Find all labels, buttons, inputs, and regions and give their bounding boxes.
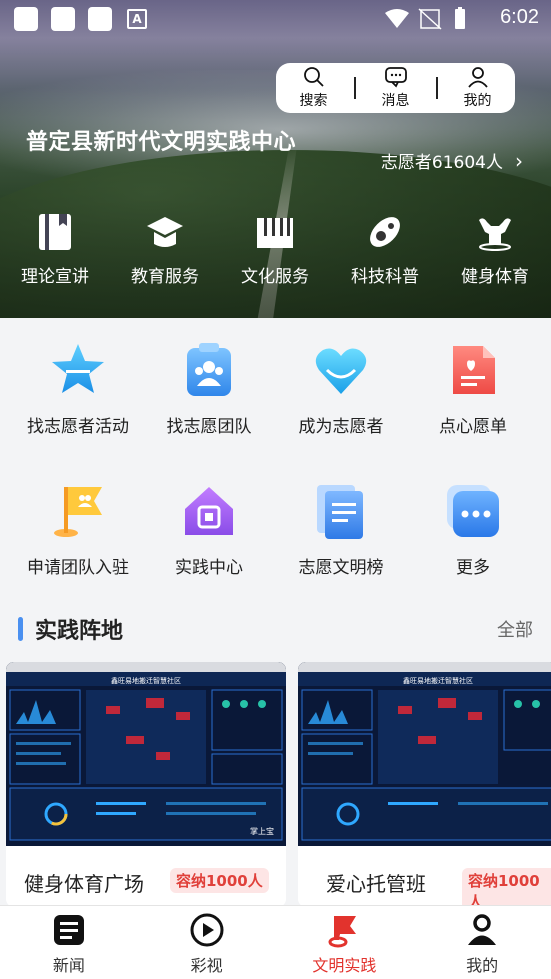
tab-civilization-practice[interactable]: 文明实践 [276,906,414,979]
divider [435,77,438,99]
capacity-badge: 容纳1000人 [462,868,551,907]
graduation-cap-icon [147,217,183,247]
grid-label: 找志愿者活动 [27,417,129,437]
category-education[interactable]: 教育服务 [110,212,220,287]
tab-label: 文明实践 [312,956,377,975]
team-clipboard-icon [187,343,231,396]
card-thumbnail: 鑫旺易地搬迁智慧社区 掌上宝 [6,662,286,846]
news-icon [53,915,84,945]
tab-label: 我的 [466,956,499,975]
grid-label: 实践中心 [175,558,243,578]
more-dots-icon [447,485,499,537]
mine-label: 我的 [463,93,492,109]
heart-hand-icon [315,348,367,394]
center-title: 普定县新时代文明实践中心 [26,130,297,155]
more-button[interactable]: 更多 [407,481,539,578]
screen-title: 鑫旺易地搬迁智慧社区 [111,676,181,685]
wish-list-icon [453,346,495,394]
category-science[interactable]: 科技科普 [330,212,440,287]
become-volunteer-button[interactable]: 成为志愿者 [275,340,407,437]
practice-center-button[interactable]: 实践中心 [143,481,275,578]
find-activity-button[interactable]: 找志愿者活动 [12,340,144,437]
play-icon [190,913,224,947]
search-button[interactable]: 搜索 [279,66,349,110]
category-theory[interactable]: 理论宣讲 [0,212,110,287]
mine-button[interactable]: 我的 [443,66,513,110]
star-badge-icon [52,344,104,393]
piano-icon [257,218,293,248]
category-label: 文化服务 [241,267,309,287]
fitness-icon [479,218,511,251]
category-fitness[interactable]: 健身体育 [440,212,550,287]
grid-label: 成为志愿者 [298,417,384,437]
practice-section-header: 实践阵地 全部 [18,612,533,646]
grid-label: 找志愿团队 [166,417,252,437]
watermark-text: 掌上宝 [250,826,274,836]
practice-card[interactable]: 鑫旺易地搬迁智慧社区 掌上宝 健身体育广场 容纳1000人 [6,662,286,907]
team-flag-icon [54,487,102,537]
apply-team-button[interactable]: 申请团队入驻 [12,481,144,578]
dashboard-screen-image: 鑫旺易地搬迁智慧社区 [298,662,551,846]
user-icon [467,67,488,88]
document-list-icon [317,485,363,539]
system-status-icons [385,7,465,30]
practice-house-icon [185,487,233,535]
view-all-link[interactable]: 全部 [497,616,533,642]
find-team-button[interactable]: 找志愿团队 [143,340,275,437]
tab-news[interactable]: 新闻 [0,906,138,979]
grid-label: 志愿文明榜 [298,558,384,578]
section-title: 实践阵地 [35,619,124,644]
chevron-right-icon: › [515,148,523,173]
card-title: 健身体育广场 [24,872,144,896]
category-label: 健身体育 [461,267,529,287]
category-label: 理论宣讲 [21,267,89,287]
notification-icon [14,7,38,31]
category-label: 教育服务 [131,267,199,287]
tab-mine[interactable]: 我的 [413,906,551,979]
message-icon [384,67,407,88]
bottom-tab-bar: 新闻 彩视 文明实践 我的 [0,905,551,979]
message-label: 消息 [381,93,410,109]
category-label: 科技科普 [351,267,419,287]
category-culture[interactable]: 文化服务 [220,212,330,287]
tab-video[interactable]: 彩视 [138,906,276,979]
volunteer-count-link[interactable]: 志愿者61604人 › [380,148,523,174]
notification-icon [51,7,75,31]
profile-icon [468,914,497,945]
wish-list-button[interactable]: 点心愿单 [407,340,539,437]
hero-categories: 理论宣讲 教育服务 文化服务 科技科普 健身体育 [0,212,551,287]
dashboard-screen-image: 鑫旺易地搬迁智慧社区 掌上宝 [6,662,286,846]
search-label: 搜索 [299,93,328,109]
grid-label: 更多 [456,558,490,578]
civilization-ranking-button[interactable]: 志愿文明榜 [275,481,407,578]
search-icon [303,67,324,87]
status-time: 6:02 [500,6,539,28]
hero-banner: A 6:02 搜索 消息 我的 普定县新时代文明实践中心 志愿者61604人 › [0,0,551,318]
tab-label: 新闻 [52,956,85,975]
volunteer-count: 志愿者61604人 [380,153,503,173]
card-title: 爱心托管班 [326,872,426,896]
book-icon [39,214,71,250]
divider [353,77,356,99]
status-bar: A 6:02 [0,0,551,36]
rocket-icon [370,217,400,247]
message-button[interactable]: 消息 [361,66,431,110]
grid-label: 点心愿单 [439,417,507,437]
section-accent-bar [18,617,23,641]
accessibility-icon: A [127,9,147,29]
capacity-badge: 容纳1000人 [170,868,269,893]
card-thumbnail: 鑫旺易地搬迁智慧社区 [298,662,551,846]
screen-title: 鑫旺易地搬迁智慧社区 [403,676,473,685]
practice-card[interactable]: 鑫旺易地搬迁智慧社区 爱心托管班 容纳1000人 [298,662,551,907]
grid-label: 申请团队入驻 [27,558,129,578]
top-menu: 搜索 消息 我的 [276,63,515,113]
flag-icon [328,916,357,948]
tab-label: 彩视 [190,956,223,975]
notification-icon [88,7,112,31]
